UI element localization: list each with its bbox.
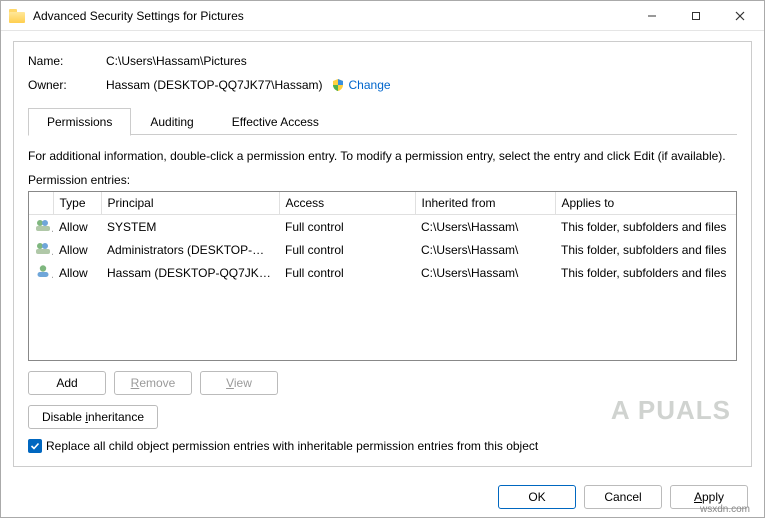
- col-inherited-header[interactable]: Inherited from: [415, 192, 555, 215]
- folder-icon: [9, 9, 25, 23]
- cell-applies: This folder, subfolders and files: [555, 215, 736, 239]
- principal-icon: [35, 218, 51, 232]
- table-header-row: Type Principal Access Inherited from App…: [29, 192, 736, 215]
- owner-value: Hassam (DESKTOP-QQ7JK77\Hassam): [106, 78, 323, 92]
- cell-type: Allow: [53, 238, 101, 261]
- close-button[interactable]: [718, 1, 762, 30]
- tab-auditing[interactable]: Auditing: [131, 108, 212, 135]
- disable-inheritance-button[interactable]: Disable inheritance: [28, 405, 158, 429]
- col-applies-header[interactable]: Applies to: [555, 192, 736, 215]
- name-row: Name: C:\Users\Hassam\Pictures: [28, 54, 737, 68]
- add-button[interactable]: Add: [28, 371, 106, 395]
- owner-label: Owner:: [28, 78, 106, 92]
- replace-checkbox[interactable]: [28, 439, 42, 453]
- cell-applies: This folder, subfolders and files: [555, 238, 736, 261]
- titlebar: Advanced Security Settings for Pictures: [1, 1, 764, 31]
- col-type-header[interactable]: Type: [53, 192, 101, 215]
- content-area: Name: C:\Users\Hassam\Pictures Owner: Ha…: [1, 31, 764, 475]
- cancel-button[interactable]: Cancel: [584, 485, 662, 509]
- shield-icon: [331, 78, 345, 92]
- window-title: Advanced Security Settings for Pictures: [33, 9, 630, 23]
- col-icon-header[interactable]: [29, 192, 53, 215]
- cell-principal: Hassam (DESKTOP-QQ7JK77\...: [101, 261, 279, 284]
- owner-row: Owner: Hassam (DESKTOP-QQ7JK77\Hassam) C…: [28, 78, 737, 92]
- cell-access: Full control: [279, 261, 415, 284]
- cell-principal: SYSTEM: [101, 215, 279, 239]
- tab-effective-access[interactable]: Effective Access: [213, 108, 338, 135]
- table-row[interactable]: AllowSYSTEMFull controlC:\Users\Hassam\T…: [29, 215, 736, 239]
- ok-button[interactable]: OK: [498, 485, 576, 509]
- permissions-table[interactable]: Type Principal Access Inherited from App…: [29, 192, 736, 284]
- tab-permissions[interactable]: Permissions: [28, 108, 131, 136]
- col-principal-header[interactable]: Principal: [101, 192, 279, 215]
- inner-panel: Name: C:\Users\Hassam\Pictures Owner: Ha…: [13, 41, 752, 467]
- remove-button[interactable]: Remove: [114, 371, 192, 395]
- info-text: For additional information, double-click…: [28, 149, 737, 163]
- permissions-table-container: Type Principal Access Inherited from App…: [28, 191, 737, 361]
- cell-inherited: C:\Users\Hassam\: [415, 215, 555, 239]
- cell-principal: Administrators (DESKTOP-QQ...: [101, 238, 279, 261]
- entry-buttons-row: Add Remove View: [28, 371, 737, 395]
- security-settings-window: Advanced Security Settings for Pictures …: [0, 0, 765, 518]
- cell-type: Allow: [53, 215, 101, 239]
- entries-label: Permission entries:: [28, 173, 737, 187]
- principal-icon: [35, 264, 51, 278]
- cell-access: Full control: [279, 238, 415, 261]
- change-owner-link[interactable]: Change: [349, 78, 391, 92]
- view-button[interactable]: View: [200, 371, 278, 395]
- maximize-button[interactable]: [674, 1, 718, 30]
- cell-inherited: C:\Users\Hassam\: [415, 238, 555, 261]
- name-value: C:\Users\Hassam\Pictures: [106, 54, 247, 68]
- principal-icon: [35, 241, 51, 255]
- col-access-header[interactable]: Access: [279, 192, 415, 215]
- attribution-text: wsxdn.com: [700, 504, 750, 515]
- replace-checkbox-row: Replace all child object permission entr…: [28, 439, 737, 453]
- replace-checkbox-label[interactable]: Replace all child object permission entr…: [46, 439, 538, 453]
- table-row[interactable]: AllowHassam (DESKTOP-QQ7JK77\...Full con…: [29, 261, 736, 284]
- minimize-button[interactable]: [630, 1, 674, 30]
- cell-inherited: C:\Users\Hassam\: [415, 261, 555, 284]
- dialog-buttons: OK Cancel Apply: [1, 475, 764, 517]
- cell-access: Full control: [279, 215, 415, 239]
- inheritance-row: Disable inheritance: [28, 405, 737, 429]
- tabs: Permissions Auditing Effective Access: [28, 108, 737, 135]
- window-controls: [630, 1, 762, 30]
- table-row[interactable]: AllowAdministrators (DESKTOP-QQ...Full c…: [29, 238, 736, 261]
- name-label: Name:: [28, 54, 106, 68]
- cell-applies: This folder, subfolders and files: [555, 261, 736, 284]
- cell-type: Allow: [53, 261, 101, 284]
